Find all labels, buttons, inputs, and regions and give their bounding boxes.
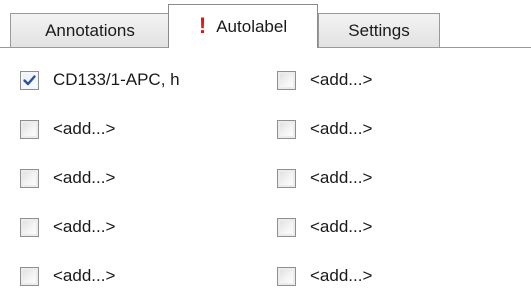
tab-settings-label: Settings [348,20,410,40]
checkbox[interactable] [20,119,39,139]
checkbox-label: <add...> [310,217,373,236]
autolabel-checkbox-item[interactable]: <add...> [20,117,115,141]
checkbox[interactable] [20,168,39,188]
autolabel-panel: CD133/1-APC, h <add...> <add...> <add...… [0,48,531,304]
checkbox[interactable] [277,119,296,139]
checkbox-label: <add...> [310,119,373,138]
exclamation-alert-icon: ! [198,12,207,38]
checkbox[interactable] [277,266,296,286]
tab-settings[interactable]: Settings [318,13,440,47]
tab-autolabel-label: Autolabel [216,16,288,36]
autolabel-checkbox-item[interactable]: CD133/1-APC, h [20,68,180,92]
tab-annotations[interactable]: Annotations [10,13,170,47]
checkbox[interactable] [20,217,39,237]
checkbox-label: <add...> [310,168,373,187]
checkbox[interactable] [20,266,39,286]
checkbox[interactable] [277,217,296,237]
autolabel-checkbox-item[interactable]: <add...> [20,264,115,288]
checkbox-label: <add...> [310,266,373,285]
checkbox-label: <add...> [53,217,116,236]
checkbox-label: CD133/1-APC, h [53,70,180,89]
tab-autolabel[interactable]: ! Autolabel [168,4,318,48]
tab-annotations-label: Annotations [45,20,135,40]
checkbox[interactable] [277,70,296,90]
checkbox-label: <add...> [53,266,116,285]
autolabel-checkbox-item[interactable]: <add...> [20,215,115,239]
checkbox[interactable] [20,70,39,90]
autolabel-checkbox-item[interactable]: <add...> [277,117,372,141]
checkbox-label: <add...> [310,70,373,89]
checkbox-label: <add...> [53,168,116,187]
autolabel-checkbox-item[interactable]: <add...> [277,215,372,239]
autolabel-checkbox-item[interactable]: <add...> [277,166,372,190]
checkmark-icon [23,74,36,85]
checkbox-label: <add...> [53,119,116,138]
autolabel-checkbox-item[interactable]: <add...> [20,166,115,190]
tab-strip: Annotations ! Autolabel Settings [0,0,531,48]
autolabel-window: Annotations ! Autolabel Settings CD133/1… [0,0,531,304]
autolabel-checkbox-item[interactable]: <add...> [277,264,372,288]
autolabel-checkbox-item[interactable]: <add...> [277,68,372,92]
checkbox[interactable] [277,168,296,188]
